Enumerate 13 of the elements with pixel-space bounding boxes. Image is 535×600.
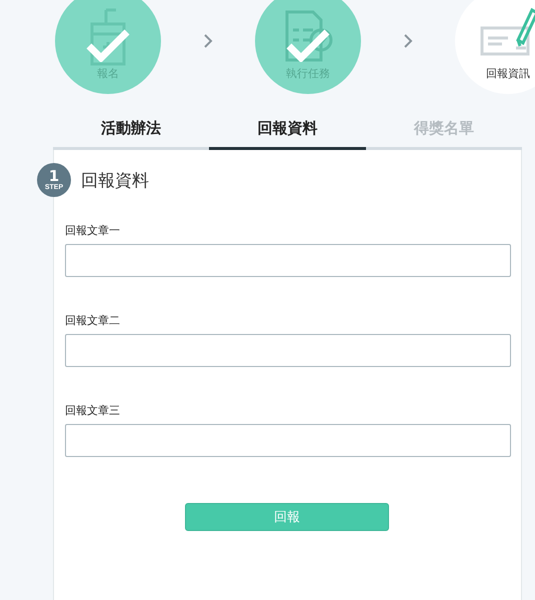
chevron-right-icon — [203, 33, 213, 49]
input-field[interactable] — [65, 244, 511, 277]
input-field[interactable] — [65, 424, 511, 457]
field-label: 回報文章一 — [65, 223, 121, 236]
section-title: 回報資料 — [81, 170, 149, 192]
field-label: 回報文章二 — [65, 313, 121, 326]
field-label: 回報文章三 — [65, 403, 121, 416]
check-icon — [285, 28, 331, 62]
chevron-right-icon — [403, 33, 413, 49]
step-label: 回報資訊 — [486, 66, 530, 81]
input-field[interactable] — [65, 334, 511, 367]
check-icon — [85, 28, 131, 62]
step-number: 1 — [48, 169, 60, 184]
